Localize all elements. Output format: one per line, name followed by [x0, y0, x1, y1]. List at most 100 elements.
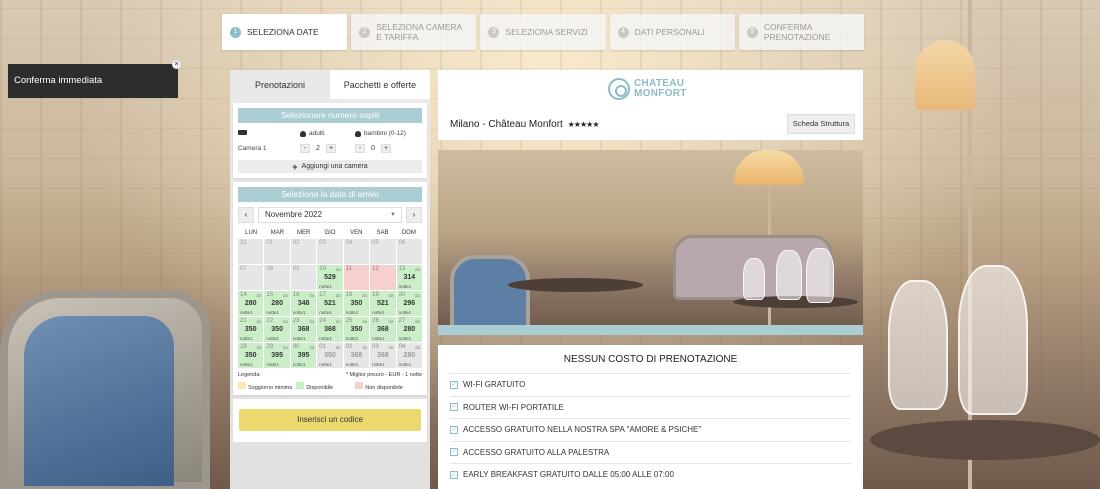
calendar-day-nights: notte1 [319, 362, 332, 367]
calendar-day-nights: notte1 [345, 336, 359, 341]
calendar-title: Seleziona la data di arrivo [238, 187, 422, 202]
calendar-day[interactable]: 22 da 350 notte1 [264, 317, 290, 342]
calendar-day[interactable]: 16 da 348 notte1 [290, 291, 317, 316]
calendar-day[interactable]: 25 da 350 notte1 [343, 317, 370, 342]
benefit-item: ✓ WI-FI GRATUITO [450, 373, 851, 396]
calendar-day-nights: notte1 [266, 336, 279, 341]
month-navigation: ‹ Novembre 2022 ▼ › [238, 207, 422, 223]
calendar-day-nights: notte1 [319, 310, 332, 315]
legend-min-stay: Soggiorno minimo [238, 382, 292, 391]
calendar-day-number: 15 [266, 292, 274, 298]
calendar-day-from: da [256, 293, 262, 298]
room-label: Camera 1 [238, 144, 267, 152]
check-icon: ✓ [450, 403, 458, 412]
calendar-day[interactable]: 01 da 350 notte1 [317, 343, 343, 368]
photo-armchair [450, 255, 530, 335]
children-minus-button[interactable]: - [355, 143, 365, 153]
calendar-day-price: 350 [350, 300, 363, 307]
add-room-button[interactable]: + Aggiungi una camera [238, 160, 422, 173]
legend-swatch [296, 382, 305, 389]
calendar-day-nights: notte1 [266, 362, 279, 367]
calendar-day[interactable]: 23 da 368 notte1 [290, 317, 317, 342]
step-personal-data[interactable]: 4 DATI PERSONALI [609, 14, 735, 50]
tab-booking[interactable]: Prenotazioni [230, 70, 330, 99]
month-select[interactable]: Novembre 2022 ▼ [258, 207, 402, 223]
insert-code-button[interactable]: Inserisci un codice [239, 409, 421, 431]
step-select-room[interactable]: 2 SELEZIONA CAMERA E TARIFFA [351, 14, 477, 50]
calendar-day[interactable]: 27 da 280 notte1 [396, 317, 422, 342]
adults-plus-button[interactable]: + [326, 143, 336, 153]
calendar-day[interactable]: 30 da 395 notte1 [290, 343, 317, 368]
booking-steps: 1 SELEZIONA DATE 2 SELEZIONA CAMERA E TARI… [222, 14, 865, 50]
calendar-day-number: 13 [398, 266, 406, 272]
calendar-day: 08 [264, 265, 290, 290]
tab-packages[interactable]: Pacchetti e offerte [330, 70, 430, 99]
adults-minus-button[interactable]: - [300, 143, 310, 153]
calendar-day-price: 280 [271, 300, 283, 307]
calendar-day[interactable]: 04 da 280 notte1 [396, 343, 422, 368]
guest-selector: Selezionare numero ospiti adulti bambini… [233, 103, 427, 178]
step-select-services[interactable]: 3 SELEZIONA SERVIZI [480, 14, 606, 50]
weekday-label: SAB [376, 230, 389, 236]
weekday-label: VEN [350, 230, 363, 236]
calendar-day[interactable]: 02 da 368 notte1 [343, 343, 370, 368]
hotel-details-button[interactable]: Scheda Struttura [787, 114, 855, 134]
calendar-day-nights: notte1 [372, 362, 385, 367]
calendar-day-number: 27 [398, 318, 406, 324]
calendar-day[interactable]: 17 da 521 notte1 [317, 291, 343, 316]
calendar-day[interactable]: 10 da 529 notte1 [317, 265, 343, 290]
calendar-day[interactable]: 24 da 368 notte1 [317, 317, 343, 342]
calendar-day-nights: notte1 [319, 284, 332, 289]
calendar-day-number: 08 [266, 266, 274, 272]
month-label: Novembre 2022 [265, 210, 322, 219]
next-month-button[interactable]: › [406, 207, 422, 223]
calendar-day[interactable]: 28 da 350 notte1 [238, 343, 264, 368]
benefit-item: ✓ EARLY BREAKFAST GRATUITO DALLE 05:00 AL… [450, 463, 851, 486]
calendar-day-number: 25 [345, 318, 353, 324]
calendar-day[interactable]: 19 da 521 notte1 [370, 291, 396, 316]
calendar-day-price: 350 [244, 326, 257, 333]
close-icon[interactable]: × [172, 60, 181, 69]
calendar-day[interactable]: 15 da 280 notte1 [264, 291, 290, 316]
step-confirm-booking[interactable]: 5 CONFERMA PRENOTAZIONE [738, 14, 865, 50]
promo-code-card: Inserisci un codice [233, 399, 427, 442]
calendar-day-from: da [335, 319, 341, 324]
calendar-day[interactable]: 21 da 350 notte1 [238, 317, 264, 342]
calendar-day[interactable]: 26 da 368 notte1 [370, 317, 396, 342]
adults-stepper: - 2 + [300, 143, 336, 153]
toast-text: Conferma immediata [14, 75, 103, 86]
calendar-day-from: da [414, 293, 420, 298]
calendar-day-number: 19 [372, 292, 379, 298]
guest-header-row: adulti bambini (0-12) [238, 127, 422, 140]
prev-month-button[interactable]: ‹ [238, 207, 254, 223]
step-label: SELEZIONA SERVIZI [505, 27, 588, 37]
calendar-day-number: 16 [292, 292, 300, 298]
calendar-day[interactable]: 13 da 314 notte1 [396, 265, 422, 290]
calendar-day[interactable]: 14 da 280 notte1 [238, 291, 264, 316]
calendar-day-number: 17 [319, 292, 326, 298]
step-number: 2 [359, 26, 371, 38]
step-label: SELEZIONA DATE [247, 27, 319, 37]
calendar-day[interactable]: 29 da 395 notte1 [264, 343, 290, 368]
weekday-label: MAR [270, 230, 285, 236]
benefits-title: NESSUN COSTO DI PRENOTAZIONE [563, 354, 738, 365]
calendar-day-number: 21 [240, 318, 247, 324]
calendar-day-nights: notte1 [240, 310, 253, 315]
step-select-dates[interactable]: 1 SELEZIONA DATE [222, 14, 348, 50]
benefits-panel: NESSUN COSTO DI PRENOTAZIONE ✓ WI-FI GRAT… [438, 345, 863, 489]
calendar-day-from: da [388, 319, 394, 324]
calendar-day-from: da [362, 345, 368, 350]
children-plus-button[interactable]: + [381, 143, 391, 153]
calendar-day-number: 02 [292, 240, 300, 246]
weekday-label: GIO [324, 230, 336, 236]
calendar-day-price: 368 [377, 326, 389, 333]
calendar-day-from: da [414, 345, 420, 350]
hotel-logo: CHATEAU MONFORT [608, 78, 687, 100]
calendar-day[interactable]: 18 da 350 notte1 [343, 291, 370, 316]
calendar-day-number: 01 [319, 344, 326, 350]
calendar-day[interactable]: 03 da 368 notte1 [370, 343, 396, 368]
calendar-day-from: da [282, 345, 288, 350]
calendar-day: 05 [370, 239, 396, 264]
add-room-label: Aggiungi una camera [301, 163, 368, 170]
calendar-day[interactable]: 20 da 296 notte1 [396, 291, 422, 316]
